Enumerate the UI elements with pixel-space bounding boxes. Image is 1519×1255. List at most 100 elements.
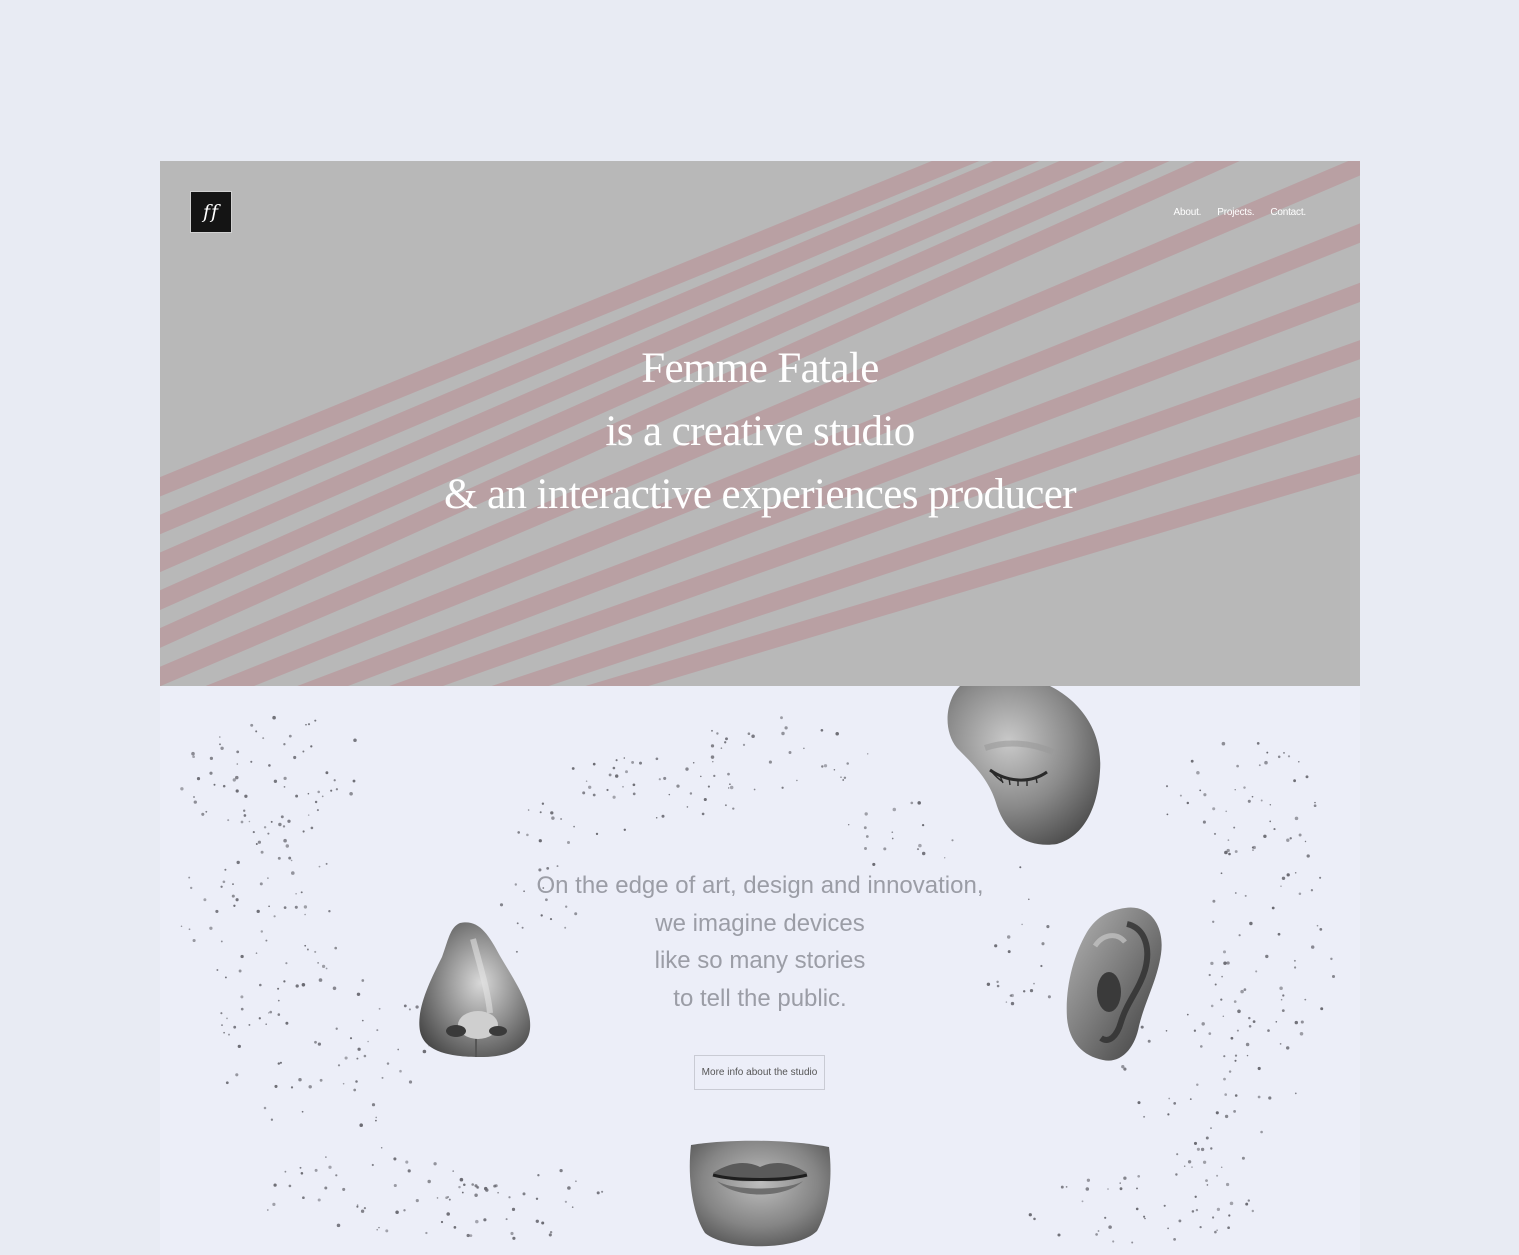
- speck-335: [1314, 801, 1316, 804]
- speck-339: [1313, 804, 1317, 808]
- speck-273: [655, 757, 659, 761]
- speck-306: [846, 762, 849, 765]
- speck-48: [205, 810, 208, 813]
- speck-503: [1167, 1227, 1170, 1230]
- speck-317: [820, 728, 824, 732]
- speck-520: [1194, 1195, 1197, 1198]
- speck-318: [692, 761, 695, 764]
- speck-46: [302, 750, 305, 753]
- speck-340: [1305, 775, 1309, 779]
- speck-428: [1202, 1160, 1207, 1164]
- speck-345: [1227, 839, 1230, 841]
- speck-280: [668, 793, 671, 796]
- speck-300: [725, 737, 728, 741]
- speck-564: [517, 831, 520, 834]
- speck-321: [1202, 820, 1206, 824]
- nav-about[interactable]: About.: [1174, 207, 1202, 218]
- speck-129: [282, 825, 286, 828]
- nav-contact[interactable]: Contact.: [1270, 207, 1306, 218]
- speck-183: [225, 1081, 229, 1085]
- speck-232: [403, 1209, 406, 1212]
- speck-301: [833, 769, 836, 771]
- speck-185: [367, 1040, 369, 1043]
- speck-596: [921, 851, 926, 856]
- studio-logo[interactable]: ff: [191, 192, 231, 232]
- speck-542: [471, 1183, 475, 1186]
- speck-281: [592, 793, 596, 797]
- nav-projects[interactable]: Projects.: [1217, 207, 1254, 218]
- speck-12: [248, 820, 251, 823]
- speck-304: [729, 785, 734, 790]
- speck-510: [1119, 1182, 1121, 1184]
- speck-77: [233, 1025, 237, 1029]
- speck-279: [700, 775, 702, 778]
- speck-336: [1251, 795, 1254, 798]
- speck-164: [344, 1056, 348, 1060]
- speck-375: [1236, 1029, 1239, 1032]
- speck-307: [727, 787, 730, 789]
- speck-320: [724, 741, 727, 744]
- speck-285: [686, 806, 689, 808]
- speck-85: [285, 844, 290, 848]
- speck-262: [623, 757, 626, 759]
- speck-55: [220, 746, 224, 750]
- speck-357: [1225, 810, 1228, 813]
- speck-483: [1143, 1215, 1146, 1218]
- speck-347: [1179, 794, 1182, 797]
- speck-83: [226, 1017, 228, 1020]
- speck-36: [250, 760, 253, 763]
- speck-342: [1298, 761, 1300, 763]
- studio-info-button[interactable]: More info about the studio: [694, 1055, 825, 1090]
- speck-54: [262, 737, 265, 740]
- speck-508: [1108, 1225, 1112, 1229]
- speck-89: [285, 1021, 289, 1025]
- speck-515: [1104, 1216, 1107, 1219]
- speck-35: [352, 779, 356, 783]
- speck-286: [720, 747, 723, 749]
- speck-309: [796, 779, 798, 782]
- speck-263: [573, 825, 575, 828]
- speck-595: [921, 823, 925, 827]
- speck-14: [235, 775, 239, 780]
- speck-485: [1028, 1213, 1032, 1217]
- speck-343: [1264, 760, 1268, 765]
- speck-501: [1206, 1184, 1209, 1186]
- speck-210: [385, 1229, 389, 1233]
- speck-11: [325, 771, 329, 775]
- speck-313: [781, 786, 784, 789]
- speck-423: [1176, 1153, 1179, 1156]
- speck-97: [236, 860, 240, 865]
- speck-349: [1203, 793, 1207, 797]
- speck-524: [537, 1174, 540, 1177]
- intro-line-2: we imagine devices: [655, 909, 865, 937]
- speck-271: [582, 791, 586, 795]
- speck-93: [252, 831, 255, 834]
- speck-458: [1234, 1059, 1237, 1062]
- speck-30: [209, 771, 213, 775]
- speck-543: [535, 1197, 539, 1200]
- speck-277: [571, 767, 575, 770]
- speck-41: [235, 789, 239, 793]
- speck-451: [1187, 1160, 1192, 1164]
- speck-328: [1298, 833, 1302, 837]
- speck-92: [255, 843, 258, 845]
- speck-492: [1123, 1176, 1127, 1180]
- speck-570: [526, 833, 529, 837]
- speck-448: [1201, 1022, 1205, 1026]
- speck-600: [864, 812, 868, 816]
- speck-154: [301, 1110, 304, 1113]
- speck-216: [342, 1187, 346, 1191]
- speck-334: [1221, 741, 1226, 746]
- speck-23: [180, 787, 184, 791]
- speck-40: [222, 784, 226, 788]
- speck-441: [1208, 1032, 1212, 1035]
- speck-282: [551, 816, 555, 820]
- speck-550: [474, 1184, 478, 1188]
- speck-513: [1199, 1225, 1202, 1229]
- speck-266: [625, 770, 628, 774]
- speck-240: [463, 1183, 466, 1186]
- speck-455: [1241, 1156, 1245, 1160]
- speck-443: [1268, 1096, 1272, 1100]
- speck-462: [1168, 1097, 1171, 1100]
- speck-238: [445, 1196, 448, 1200]
